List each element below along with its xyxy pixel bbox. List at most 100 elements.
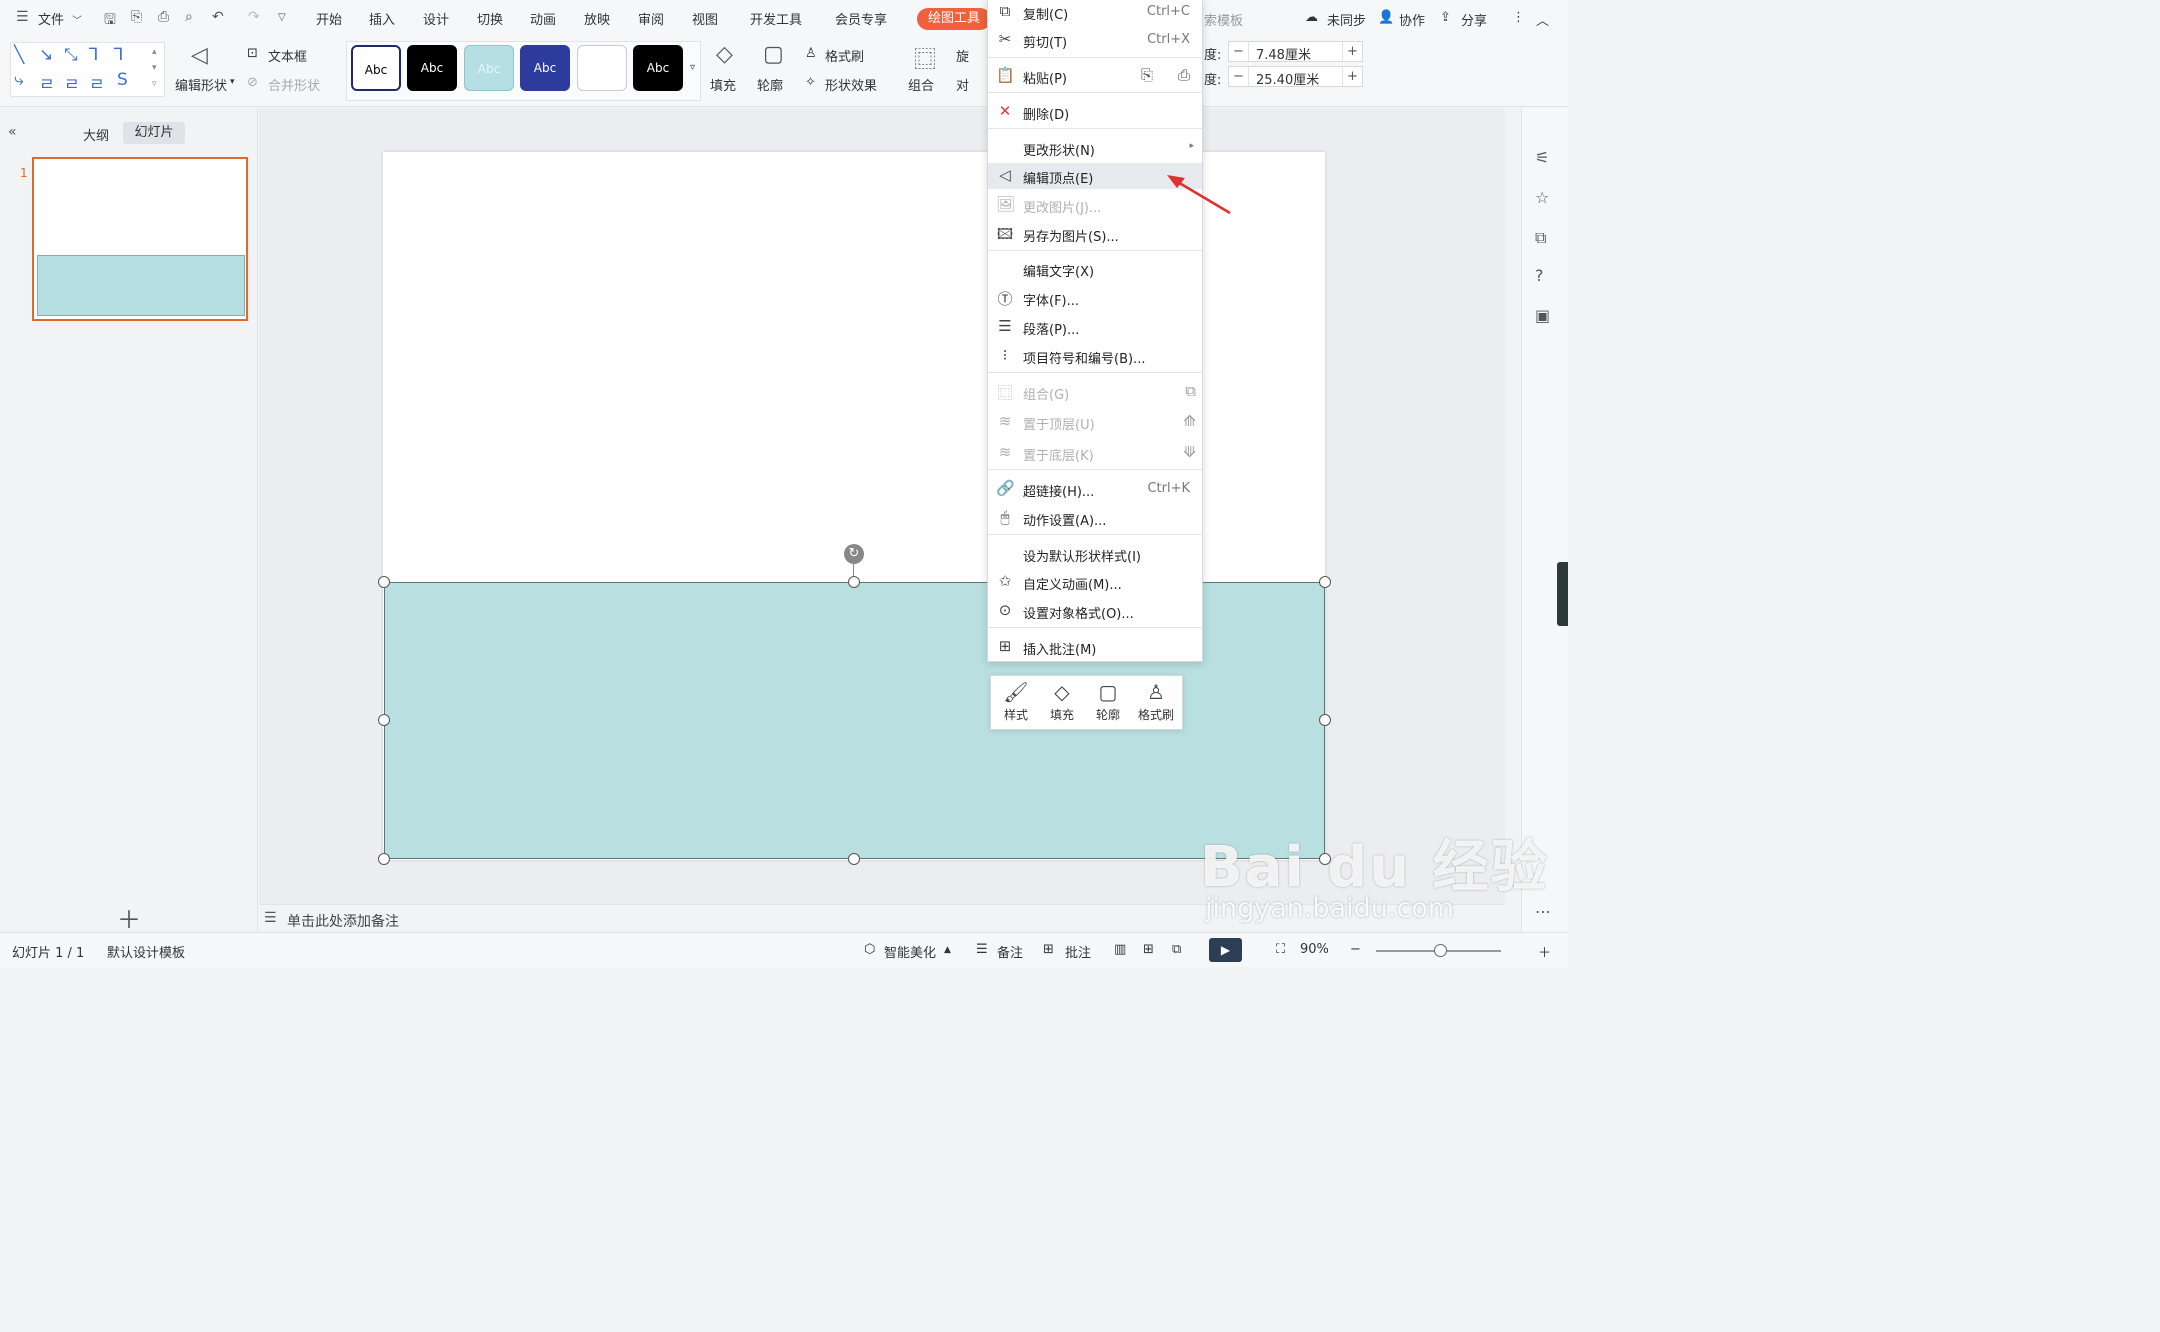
merge-shape-button[interactable]: 合并形状 <box>268 75 320 94</box>
width-value[interactable]: 25.40厘米 <box>1256 69 1319 88</box>
template-name[interactable]: 默认设计模板 <box>107 942 185 961</box>
preview-icon[interactable]: ⌕ <box>185 9 193 25</box>
textbox-button[interactable]: 文本框 <box>268 46 307 65</box>
style-preset-5[interactable]: Abc <box>577 45 627 91</box>
paste-keep-format-icon[interactable]: ⎘ <box>1141 66 1153 84</box>
collab-button[interactable]: 协作 <box>1399 10 1425 29</box>
outline-button[interactable]: 轮廓 <box>757 75 783 94</box>
play-icon[interactable]: ▶ <box>1209 938 1242 962</box>
menu-action-settings[interactable]: 🖱 动作设置(A)... <box>988 505 1202 531</box>
menu-set-default-style[interactable]: 设为默认形状样式(I) <box>988 541 1202 567</box>
menu-paste[interactable]: 📋 粘贴(P) ⎘ ⎙ <box>988 63 1202 89</box>
tab-member[interactable]: 会员专享 <box>835 9 887 28</box>
menu-change-shape[interactable]: 更改形状(N) ▸ <box>988 135 1202 161</box>
menu-format-object[interactable]: ⊙ 设置对象格式(O)... <box>988 598 1202 624</box>
mini-fill-button[interactable]: ◇ 填充 <box>1039 679 1085 729</box>
tab-home[interactable]: 开始 <box>316 9 342 28</box>
tab-developer[interactable]: 开发工具 <box>750 9 802 28</box>
collapse-panel-icon[interactable]: « <box>8 124 17 140</box>
height-stepper[interactable]: − 7.48厘米 + <box>1228 41 1363 63</box>
fit-window-icon[interactable]: ⛶ <box>1276 942 1285 957</box>
vertical-scrollbar[interactable] <box>1505 108 1521 904</box>
freeform-icon[interactable]: S <box>117 70 128 90</box>
undo-icon[interactable]: ↶ <box>212 9 224 25</box>
export-icon[interactable]: ⎘ <box>131 9 142 25</box>
width-stepper[interactable]: − 25.40厘米 + <box>1228 66 1363 88</box>
edit-shape-button[interactable]: 编辑形状 <box>175 75 227 94</box>
menu-edit-text[interactable]: 编辑文字(X) <box>988 256 1202 282</box>
tab-drawing-tools[interactable]: 绘图工具 <box>917 8 991 30</box>
sorter-view-icon[interactable]: ⊞ <box>1143 942 1154 957</box>
tab-slides[interactable]: 幻灯片 <box>123 122 185 144</box>
smart-beautify-button[interactable]: 智能美化 <box>884 942 936 961</box>
mini-painter-button[interactable]: ♙ 格式刷 <box>1133 679 1179 729</box>
style-preset-3[interactable]: Abc <box>464 45 514 91</box>
chevron-up-icon[interactable]: ▲ <box>944 945 951 955</box>
height-value[interactable]: 7.48厘米 <box>1256 44 1311 63</box>
curve-arrow-icon[interactable]: ㄹ <box>64 70 80 95</box>
rotate-button[interactable]: 旋 <box>956 46 969 65</box>
menu-font[interactable]: Ⓣ 字体(F)... <box>988 285 1202 311</box>
resize-handle-tl[interactable] <box>378 576 390 588</box>
style-preset-6[interactable]: Abc <box>633 45 683 91</box>
side-handle[interactable] <box>1557 562 1568 626</box>
double-arrow-icon[interactable]: ⤡ <box>64 45 78 65</box>
slides-icon[interactable]: ⧉ <box>1535 228 1546 248</box>
star-icon[interactable]: ☆ <box>1535 188 1549 207</box>
scroll-up-icon[interactable]: ▴ <box>152 47 157 57</box>
resize-handle-l[interactable] <box>378 714 390 726</box>
elbow-connector-icon[interactable]: ⅂ <box>89 45 98 65</box>
scroll-down-icon[interactable]: ▾ <box>152 63 157 73</box>
comment-button[interactable]: 批注 <box>1065 942 1091 961</box>
zoom-slider-knob[interactable] <box>1434 944 1447 957</box>
format-painter-button[interactable]: 格式刷 <box>825 46 864 65</box>
decrease-width-button[interactable]: − <box>1229 67 1249 86</box>
tab-design[interactable]: 设计 <box>423 9 449 28</box>
slide-thumbnail[interactable] <box>32 157 248 321</box>
group-button[interactable]: 组合 <box>908 75 934 94</box>
elbow-arrow-icon[interactable]: ⅂ <box>114 45 123 65</box>
menu-save-as-picture[interactable]: 🖾 另存为图片(S)... <box>988 221 1202 247</box>
elbow-double-icon[interactable]: ⤷ <box>14 70 24 90</box>
fill-button[interactable]: 填充 <box>710 75 736 94</box>
reading-view-icon[interactable]: ⧉ <box>1172 942 1181 957</box>
save-icon[interactable]: 🖫 <box>104 9 116 33</box>
search-template[interactable]: 索模板 <box>1204 10 1243 29</box>
align-button[interactable]: 对 <box>956 75 969 94</box>
tab-outline[interactable]: 大纲 <box>83 125 109 144</box>
menu-bullets[interactable]: ⁝ 项目符号和编号(B)... <box>988 343 1202 369</box>
tab-review[interactable]: 审阅 <box>638 9 664 28</box>
menu-delete[interactable]: ✕ 删除(D) <box>988 99 1202 125</box>
zoom-level[interactable]: 90% <box>1300 942 1329 957</box>
tab-animation[interactable]: 动画 <box>530 9 556 28</box>
menu-bring-to-front[interactable]: ≋ 置于顶层(U) ⟰ <box>988 409 1202 435</box>
mini-outline-button[interactable]: ▢ 轮廓 <box>1085 679 1131 729</box>
menu-insert-comment[interactable]: ⊞ 插入批注(M) <box>988 634 1202 660</box>
tab-view[interactable]: 视图 <box>692 9 718 28</box>
shape-effects-button[interactable]: 形状效果 <box>825 75 877 94</box>
chevron-down-icon[interactable]: ▾ <box>230 77 235 87</box>
menu-paragraph[interactable]: ☰ 段落(P)... <box>988 314 1202 340</box>
chevron-down-icon[interactable]: ﹀ <box>72 12 82 27</box>
normal-view-icon[interactable]: ▥ <box>1114 942 1126 957</box>
more-icon[interactable]: ⋮ <box>1512 10 1525 25</box>
menu-custom-animation[interactable]: ✩ 自定义动画(M)... <box>988 569 1202 595</box>
tab-slideshow[interactable]: 放映 <box>584 9 610 28</box>
zoom-out-icon[interactable]: − <box>1350 942 1361 957</box>
decrease-height-button[interactable]: − <box>1229 42 1249 61</box>
notes-toggle-button[interactable]: 备注 <box>997 942 1023 961</box>
rotate-handle-icon[interactable]: ↻ <box>844 544 864 564</box>
menu-hyperlink[interactable]: 🔗 超链接(H)... Ctrl+K <box>988 476 1202 502</box>
menu-copy[interactable]: ⧉ 复制(C) Ctrl+C <box>988 0 1202 25</box>
backup-icon[interactable]: ▣ <box>1535 306 1550 325</box>
redo-icon[interactable]: ↷ <box>248 9 260 25</box>
add-slide-icon[interactable]: ＋ <box>117 900 141 935</box>
file-menu[interactable]: 文件 <box>38 9 64 28</box>
style-preset-4[interactable]: Abc <box>520 45 570 91</box>
help-icon[interactable]: ? <box>1535 266 1544 285</box>
print-icon[interactable]: ⎙ <box>158 9 169 25</box>
more-dots-icon[interactable]: ⋯ <box>1535 902 1551 921</box>
menu-cut[interactable]: ✂ 剪切(T) Ctrl+X <box>988 27 1202 53</box>
arrow-line-icon[interactable]: ↘ <box>39 45 53 65</box>
zoom-in-icon[interactable]: ＋ <box>1538 942 1551 961</box>
